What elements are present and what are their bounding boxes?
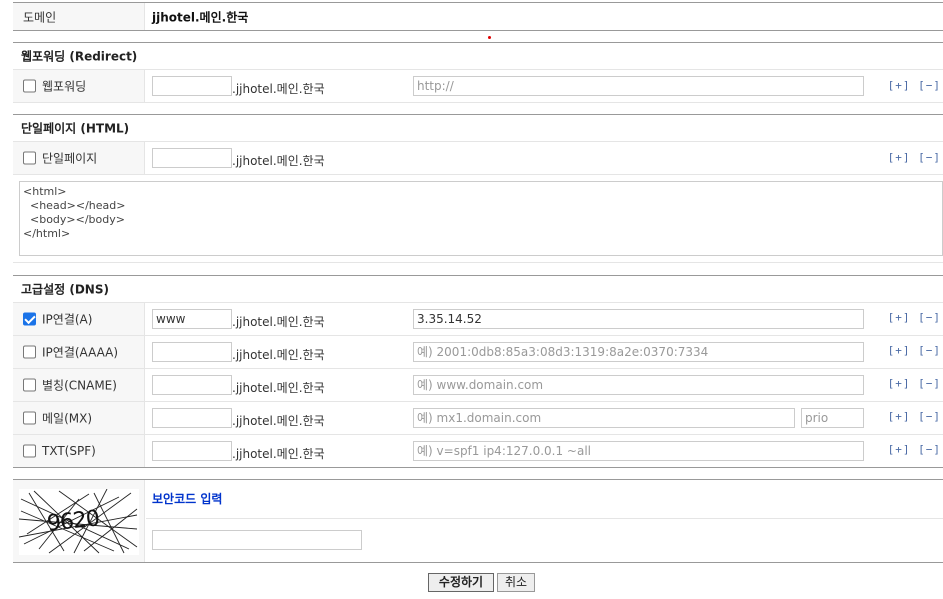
redirect-add-remove-links[interactable]: [+] [−] [888, 79, 941, 92]
dns-cname-label-cell: 별칭(CNAME) [13, 369, 145, 401]
html-row: 단일페이지 .jjhotel.메인.한국 [+] [−] [13, 142, 943, 175]
captcha-row: 9620 보안코드 입력 [13, 479, 943, 563]
dns-aaaa-checkbox[interactable] [23, 345, 36, 359]
dns-cname-add-remove-links[interactable]: [+] [−] [888, 377, 941, 390]
dns-a-host-input[interactable]: www [152, 309, 232, 329]
captcha-image-cell: 9620 [13, 480, 145, 562]
red-dot [488, 36, 491, 39]
captcha-title: 보안코드 입력 [152, 492, 223, 506]
redirect-checkbox-label: 웹포워딩 [42, 79, 87, 94]
domain-label-cell: 도메인 [13, 3, 145, 30]
dns-mx-label: 메일(MX) [42, 411, 93, 426]
dns-row-a: IP연결(A) www .jjhotel.메인.한국 3.35.14.52 [+… [13, 303, 943, 336]
html-checkbox[interactable] [23, 151, 36, 165]
dns-mx-prio-input[interactable]: prio [801, 408, 864, 428]
dns-mx-add-remove-links[interactable]: [+] [−] [888, 410, 941, 423]
html-domain-suffix: .jjhotel.메인.한국 [232, 154, 325, 168]
dns-mx-domain-suffix: .jjhotel.메인.한국 [232, 414, 325, 428]
redirect-label-cell: 웹포워딩 [13, 70, 145, 102]
html-label-cell: 단일페이지 [13, 142, 145, 174]
dns-row-cname: 별칭(CNAME) .jjhotel.메인.한국 예) www.domain.c… [13, 369, 943, 402]
submit-button[interactable]: 수정하기 [428, 573, 494, 592]
dns-mx-checkbox[interactable] [23, 411, 36, 425]
dns-row-aaaa: IP연결(AAAA) .jjhotel.메인.한국 예) 2001:0db8:8… [13, 336, 943, 369]
dns-aaaa-label: IP연결(AAAA) [42, 345, 119, 360]
dns-cname-label: 별칭(CNAME) [42, 378, 117, 393]
dns-aaaa-label-cell: IP연결(AAAA) [13, 336, 145, 368]
dns-aaaa-host-input[interactable] [152, 342, 232, 362]
html-section-bottom-line [13, 262, 943, 263]
dns-mx-value-input[interactable]: 예) mx1.domain.com [413, 408, 795, 428]
dns-txt-label: TXT(SPF) [42, 444, 96, 458]
dns-txt-checkbox[interactable] [23, 444, 36, 458]
dns-a-domain-suffix: .jjhotel.메인.한국 [232, 315, 325, 329]
html-section-title: 단일페이지 (HTML) [21, 121, 130, 136]
dns-txt-value-input[interactable]: 예) v=spf1 ip4:127.0.0.1 ~all [413, 441, 864, 461]
dns-aaaa-add-remove-links[interactable]: [+] [−] [888, 344, 941, 357]
redirect-url-input[interactable]: http:// [413, 76, 864, 96]
redirect-section-header: 웹포워딩 (Redirect) [13, 42, 943, 70]
html-section-header: 단일페이지 (HTML) [13, 114, 943, 142]
redirect-checkbox[interactable] [23, 79, 36, 93]
domain-label: 도메인 [23, 10, 57, 24]
redirect-section-title: 웹포워딩 (Redirect) [21, 49, 138, 64]
html-host-input[interactable] [152, 148, 232, 168]
cancel-button[interactable]: 취소 [497, 573, 535, 592]
dns-txt-host-input[interactable] [152, 441, 232, 461]
captcha-divider [146, 518, 943, 519]
dns-row-mx: 메일(MX) .jjhotel.메인.한국 예) mx1.domain.com … [13, 402, 943, 435]
redirect-row: 웹포워딩 .jjhotel.메인.한국 http:// [+] [−] [13, 70, 943, 103]
dns-row-txt: TXT(SPF) .jjhotel.메인.한국 예) v=spf1 ip4:12… [13, 435, 943, 468]
dns-cname-checkbox[interactable] [23, 378, 36, 392]
dns-txt-domain-suffix: .jjhotel.메인.한국 [232, 447, 325, 461]
redirect-host-input[interactable] [152, 76, 232, 96]
dns-mx-host-input[interactable] [152, 408, 232, 428]
dns-cname-host-input[interactable] [152, 375, 232, 395]
dns-txt-label-cell: TXT(SPF) [13, 435, 145, 467]
captcha-image: 9620 [19, 489, 139, 555]
dns-section-header: 고급설정 (DNS) [13, 275, 943, 303]
dns-aaaa-value-input[interactable]: 예) 2001:0db8:85a3:08d3:1319:8a2e:0370:73… [413, 342, 864, 362]
dns-mx-label-cell: 메일(MX) [13, 402, 145, 434]
dns-a-add-remove-links[interactable]: [+] [−] [888, 311, 941, 324]
dns-aaaa-domain-suffix: .jjhotel.메인.한국 [232, 348, 325, 362]
captcha-input[interactable] [152, 530, 362, 550]
html-checkbox-label: 단일페이지 [42, 151, 98, 166]
dns-section-title: 고급설정 (DNS) [21, 282, 109, 297]
html-add-remove-links[interactable]: [+] [−] [888, 151, 941, 164]
dns-cname-domain-suffix: .jjhotel.메인.한국 [232, 381, 325, 395]
dns-cname-value-input[interactable]: 예) www.domain.com [413, 375, 864, 395]
dns-txt-add-remove-links[interactable]: [+] [−] [888, 443, 941, 456]
domain-value: jjhotel.메인.한국 [152, 10, 249, 24]
dns-a-label: IP연결(A) [42, 312, 93, 327]
dns-a-checkbox[interactable] [23, 312, 36, 326]
dns-a-label-cell: IP연결(A) [13, 303, 145, 335]
html-code-textarea[interactable]: <html> <head></head> <body></body> </htm… [19, 181, 943, 256]
dns-a-value-input[interactable]: 3.35.14.52 [413, 309, 864, 329]
redirect-domain-suffix: .jjhotel.메인.한국 [232, 82, 325, 96]
domain-row: 도메인 jjhotel.메인.한국 [13, 2, 943, 31]
